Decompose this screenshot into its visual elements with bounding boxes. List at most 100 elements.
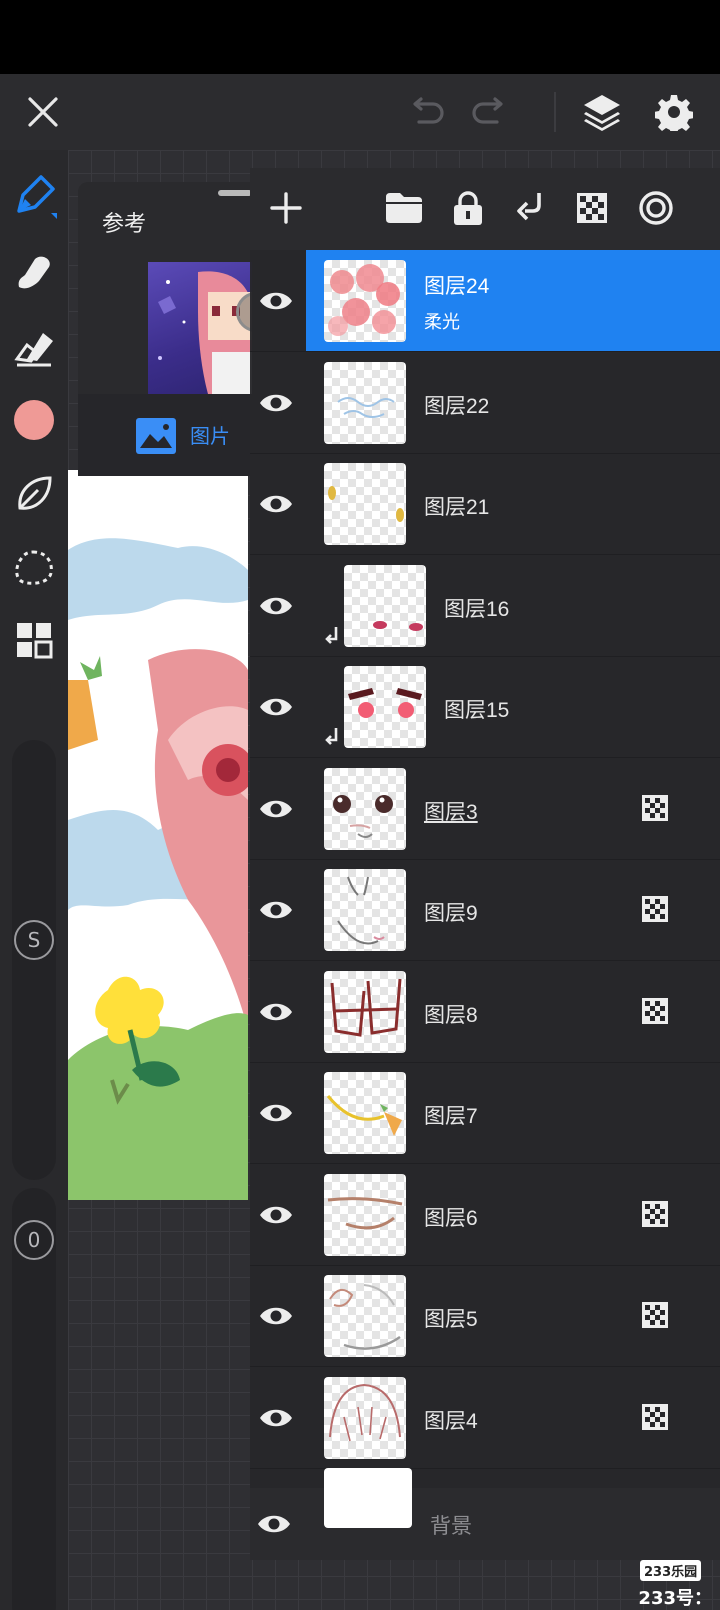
alpha-lock-indicator[interactable] <box>642 997 668 1024</box>
undo-icon <box>413 97 444 124</box>
alpha-lock-indicator[interactable] <box>642 896 668 922</box>
visibility-toggle[interactable] <box>258 588 294 624</box>
reference-image[interactable] <box>148 262 252 394</box>
more-tools[interactable] <box>10 616 58 664</box>
layer-row[interactable]: 图层5 <box>250 1265 720 1367</box>
layer-name: 图层4 <box>424 1409 478 1433</box>
alpha-lock-icon <box>642 794 668 821</box>
selection-tool[interactable] <box>10 544 58 592</box>
alpha-lock-indicator[interactable] <box>642 1302 668 1328</box>
lock-layer-button[interactable] <box>448 188 488 228</box>
alpha-lock-indicator[interactable] <box>642 1200 668 1227</box>
eye-icon <box>260 1104 292 1122</box>
eye-icon <box>260 495 292 513</box>
eraser-icon <box>14 333 53 367</box>
layer-row[interactable]: 图层4 <box>250 1367 720 1469</box>
visibility-toggle[interactable] <box>258 791 294 827</box>
color-swatch[interactable] <box>10 396 58 444</box>
brush-tool[interactable] <box>10 172 58 220</box>
layer-name: 图层3 <box>424 800 478 824</box>
layer-name: 图层24 <box>424 275 490 298</box>
alpha-lock-icon <box>642 1200 668 1227</box>
eye-icon <box>260 800 292 817</box>
background-thumbnail <box>324 1468 412 1528</box>
eye-icon <box>260 597 292 614</box>
folder-icon <box>386 193 422 223</box>
status-bar <box>0 0 720 74</box>
layer-row[interactable]: 图层3 <box>250 758 720 860</box>
group-layer-button[interactable] <box>384 188 424 228</box>
reference-title: 参考 <box>102 212 147 237</box>
close-button[interactable] <box>18 74 68 150</box>
layer-thumbnail <box>344 666 426 748</box>
settings-button[interactable] <box>650 74 698 150</box>
alpha-lock-indicator[interactable] <box>642 794 668 821</box>
visibility-toggle[interactable] <box>258 1095 294 1131</box>
alpha-icon <box>577 193 607 223</box>
layer-row[interactable]: 图层24 柔光 <box>250 250 720 352</box>
layer-row[interactable]: 图层6 <box>250 1164 720 1266</box>
redo-icon <box>472 97 503 124</box>
add-layer-button[interactable] <box>266 188 306 228</box>
merge-down-icon <box>517 193 541 221</box>
alpha-lock-icon <box>642 1302 668 1328</box>
gear-icon <box>655 95 693 131</box>
watermark-text: 233号：50473040 <box>638 1588 712 1609</box>
visibility-toggle[interactable] <box>256 1506 292 1542</box>
opacity-label: 0 <box>27 1228 41 1252</box>
layer-thumbnail <box>324 869 406 951</box>
alpha-lock-button[interactable] <box>572 188 612 228</box>
eye-icon <box>258 1515 290 1533</box>
alpha-lock-icon <box>642 1403 668 1430</box>
layer-thumbnail <box>324 970 406 1053</box>
blend-mode-button[interactable] <box>636 188 676 228</box>
layer-name: 图层7 <box>424 1105 478 1128</box>
visibility-toggle[interactable] <box>258 1400 294 1436</box>
reference-drag-handle[interactable] <box>218 190 252 196</box>
current-color <box>14 400 54 440</box>
layer-row[interactable]: 图层22 <box>250 352 720 454</box>
background-layer-row[interactable]: 背景 <box>250 1468 720 1560</box>
visibility-toggle[interactable] <box>258 283 294 319</box>
layer-row[interactable]: 图层7 <box>250 1062 720 1164</box>
visibility-toggle[interactable] <box>258 994 294 1030</box>
eye-icon <box>260 292 292 310</box>
clipping-arrow-icon <box>325 728 338 745</box>
visibility-toggle[interactable] <box>258 689 294 725</box>
layer-name: 图层9 <box>424 902 478 925</box>
layer-thumbnail <box>324 1376 406 1459</box>
merge-down-button[interactable] <box>512 188 552 228</box>
brush-size-knob[interactable]: S <box>14 920 54 960</box>
layer-row[interactable]: 图层15 <box>250 656 720 758</box>
layer-thumbnail <box>324 361 406 444</box>
eraser-tool[interactable] <box>10 324 58 372</box>
undo-button[interactable] <box>404 74 450 150</box>
visibility-toggle[interactable] <box>258 1298 294 1334</box>
layer-name: 图层21 <box>424 496 490 519</box>
artwork-illustration <box>68 538 248 1200</box>
opacity-knob[interactable]: 0 <box>14 1220 54 1260</box>
layer-row[interactable]: 图层16 <box>250 555 720 657</box>
layer-row[interactable]: 图层21 <box>250 453 720 555</box>
image-icon[interactable] <box>136 418 176 454</box>
layer-row[interactable]: 图层9 <box>250 859 720 961</box>
visibility-toggle[interactable] <box>258 385 294 421</box>
background-layer-name: 背景 <box>430 1515 472 1538</box>
artwork-canvas[interactable] <box>68 470 248 1200</box>
visibility-toggle[interactable] <box>258 486 294 522</box>
layer-row[interactable]: 图层8 <box>250 961 720 1063</box>
leaf-icon <box>18 476 52 510</box>
smudge-tool[interactable] <box>10 248 58 296</box>
watermark-logo: 233乐园 <box>640 1560 702 1581</box>
alpha-lock-indicator[interactable] <box>642 1403 668 1430</box>
layers-panel: 图层24 柔光 图层22 图层21 图层16 图层15 图层3 图层9 图层8 图层7 图层6 图层5… <box>250 168 720 1540</box>
visibility-toggle[interactable] <box>258 1197 294 1233</box>
brush-size-slider[interactable] <box>12 740 56 1180</box>
leaf-tool[interactable] <box>10 470 58 518</box>
visibility-toggle[interactable] <box>258 892 294 928</box>
reference-image-label[interactable]: 图片 <box>190 420 230 449</box>
layers-button[interactable] <box>578 74 626 150</box>
eye-icon <box>260 1307 292 1325</box>
redo-button[interactable] <box>466 74 512 150</box>
layers-toolbar <box>250 168 720 250</box>
